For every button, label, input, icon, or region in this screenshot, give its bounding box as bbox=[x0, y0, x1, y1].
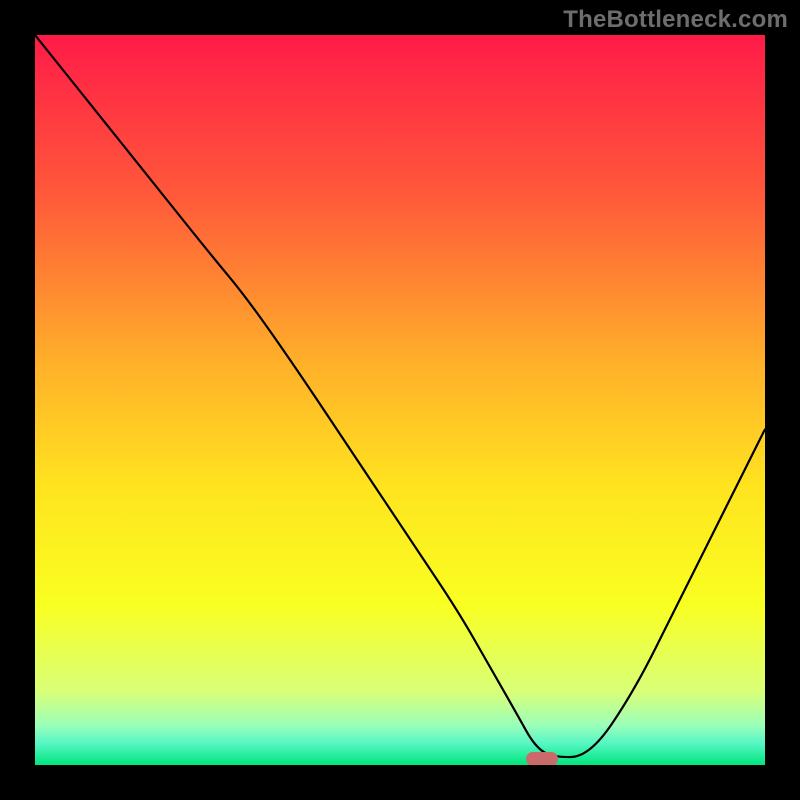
chart-svg bbox=[35, 35, 765, 765]
plot-area bbox=[35, 35, 765, 765]
chart-frame: TheBottleneck.com bbox=[0, 0, 800, 800]
optimal-point-marker bbox=[526, 752, 558, 765]
watermark-label: TheBottleneck.com bbox=[563, 6, 788, 34]
plot-background bbox=[35, 35, 765, 765]
